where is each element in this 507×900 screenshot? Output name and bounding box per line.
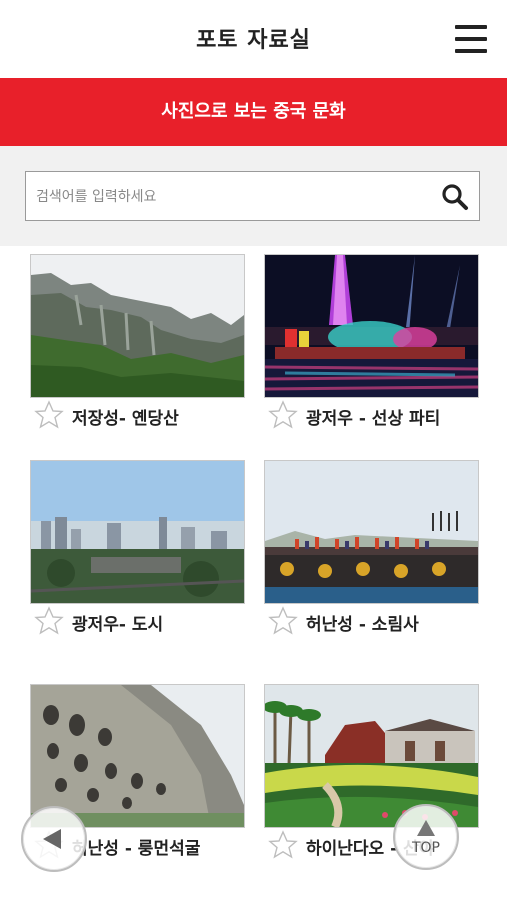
mountain-cliffs-photo[interactable] [30,254,245,398]
city-skyline-photo[interactable] [30,460,245,604]
app-header: 포토 자료실 [0,0,507,78]
photo-caption: 허난성 - 소림사 [268,604,483,638]
photo-caption: 광저우- 도시 [34,604,249,638]
photo-title: 저장성- 옌당산 [72,409,179,429]
favorite-star-icon[interactable] [268,400,298,430]
photo-title: 허난성 - 룽먼석굴 [72,839,201,859]
favorite-star-icon[interactable] [268,830,298,860]
left-arrow-icon [43,829,61,849]
scroll-top-button[interactable]: TOP [393,804,459,870]
hamburger-menu-icon[interactable] [455,25,487,53]
page-title: 포토 자료실 [196,28,311,53]
search-icon[interactable] [440,182,470,212]
favorite-star-icon[interactable] [34,400,64,430]
photo-caption: 광저우 - 선상 파티 [268,398,483,432]
favorite-star-icon[interactable] [34,606,64,636]
search-box [25,171,480,222]
top-label: TOP [411,840,440,856]
prev-button[interactable] [21,806,87,872]
search-area [0,146,507,246]
night-boat-party-photo[interactable] [264,254,479,398]
photo-caption: 저장성- 옌당산 [34,398,249,432]
photo-title: 광저우 - 선상 파티 [306,409,441,429]
photo-title: 광저우- 도시 [72,615,164,635]
photo-title: 허난성 - 소림사 [306,615,419,635]
favorite-star-icon[interactable] [268,606,298,636]
shaolin-performance-photo[interactable] [264,460,479,604]
search-input[interactable] [34,172,438,222]
category-banner: 사진으로 보는 중국 문화 [0,78,507,146]
